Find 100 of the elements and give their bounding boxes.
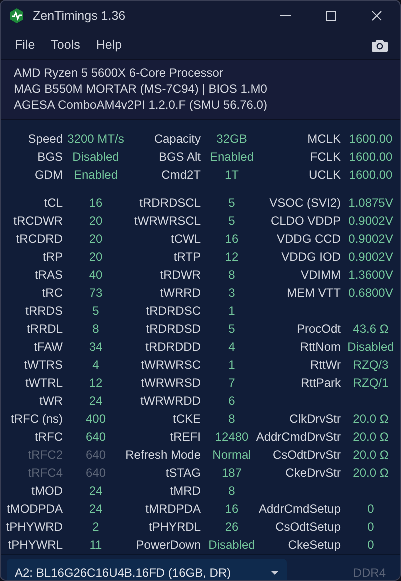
field-value: 43.6 Ω: [353, 321, 389, 338]
field-value: 640: [86, 447, 106, 464]
field-label: tPHYRDL: [148, 519, 202, 536]
field-label: BGS: [38, 149, 64, 166]
field-value: 400: [86, 411, 106, 428]
minimize-icon[interactable]: [280, 15, 290, 17]
field-value: 3200 MT/s: [68, 131, 124, 148]
field-value: 640: [86, 465, 106, 482]
field-value: 0: [368, 501, 374, 518]
field-label: FCLK: [310, 149, 342, 166]
field-value: 640: [86, 429, 106, 446]
field-value: 2: [92, 519, 100, 536]
field-label: CsOdtSetup: [276, 519, 342, 536]
field-label: AddrCmdDrvStr: [256, 429, 342, 446]
field-label: MEM VTT: [287, 285, 342, 302]
field-value: 1600.00: [349, 149, 393, 166]
field-label: tRFC2: [28, 447, 64, 464]
field-label: tWRWRSC: [141, 357, 202, 374]
field-value: 5: [228, 195, 236, 212]
field-label: tRFC (ns): [11, 411, 64, 428]
field-label: tCL: [44, 195, 64, 212]
menu-item[interactable]: Tools: [45, 36, 86, 54]
field-label: tCWL: [171, 231, 202, 248]
field-label: tRDRDSD: [146, 321, 202, 338]
field-value: 8: [228, 483, 236, 500]
field-label: tRTP: [174, 249, 202, 266]
field-value: 12480: [215, 429, 249, 446]
module-dropdown[interactable]: A2: BL16G26C16U4B.16FD (16GB, DR): [7, 558, 287, 580]
field-label: AddrCmdSetup: [258, 501, 342, 518]
field-label: tRAS: [34, 267, 64, 284]
field-label: VSOC (SVI2): [270, 195, 342, 212]
field-label: tCKE: [172, 411, 202, 428]
menu-item[interactable]: File: [9, 36, 42, 54]
field-label: Capacity: [154, 131, 202, 148]
field-label: tWRRD: [160, 285, 202, 302]
field-value: 20: [89, 231, 103, 248]
field-label: BGS Alt: [158, 149, 202, 166]
field-value: 7: [228, 375, 236, 392]
field-value: 3: [228, 285, 236, 302]
field-label: CLDO VDDP: [270, 213, 342, 230]
field-label: CkeDrvStr: [286, 465, 342, 482]
menu-item[interactable]: Help: [90, 36, 128, 54]
field-value: 24: [89, 501, 103, 518]
field-value: 0.9002V: [348, 213, 394, 230]
field-value: RZQ/1: [353, 375, 389, 392]
system-info-line: AMD Ryzen 5 5600X 6-Core Processor: [14, 65, 224, 81]
field-label: tPHYWRL: [8, 537, 64, 554]
field-label: RttWr: [310, 357, 342, 374]
camera-icon[interactable]: [372, 38, 388, 52]
field-value: 0: [368, 537, 374, 554]
field-label: PowerDown: [136, 537, 202, 554]
field-value: 8: [92, 321, 100, 338]
caret-icon: [271, 570, 279, 574]
field-value: RZQ/3: [353, 357, 389, 374]
field-label: tRDRDDD: [146, 339, 202, 356]
system-info-line: AGESA ComboAM4v2PI 1.2.0.F (SMU 56.76.0): [14, 97, 268, 113]
field-value: 4: [228, 339, 236, 356]
field-label: tRP: [42, 249, 64, 266]
field-value: 0.6800V: [348, 285, 394, 302]
close-icon[interactable]: [372, 11, 382, 21]
field-label: tREFI: [170, 429, 202, 446]
field-value: Normal: [212, 447, 252, 464]
field-value: 20: [89, 213, 103, 230]
field-value: 1: [228, 357, 236, 374]
field-label: tWRWRSD: [141, 375, 202, 392]
field-label: tRC: [42, 285, 64, 302]
field-value: Disabled: [348, 339, 394, 356]
field-label: CsOdtDrvStr: [272, 447, 342, 464]
field-value: 1.3600V: [348, 267, 394, 284]
field-label: tPHYWRD: [6, 519, 64, 536]
field-label: tRCDWR: [14, 213, 64, 230]
field-label: tFAW: [34, 339, 64, 356]
field-value: 1600.00: [349, 131, 393, 148]
field-value: 26: [225, 519, 239, 536]
field-label: tRDWR: [160, 267, 202, 284]
window-title: ZenTimings 1.36: [33, 8, 126, 25]
field-value: 6: [228, 393, 236, 410]
field-value: 12: [89, 375, 103, 392]
field-label: tRDRDSCL: [140, 195, 202, 212]
field-value: Enabled: [74, 167, 118, 184]
field-label: tWRWRSCL: [134, 213, 202, 230]
field-value: 8: [228, 267, 236, 284]
field-label: tMRDPDA: [146, 501, 202, 518]
system-info-line: MAG B550M MORTAR (MS-7C94) | BIOS 1.M0: [14, 81, 268, 97]
field-value: 24: [89, 483, 103, 500]
field-value: 5: [228, 321, 236, 338]
field-value: Enabled: [210, 149, 254, 166]
field-label: tSTAG: [166, 465, 202, 482]
field-value: 24: [89, 393, 103, 410]
field-value: 16: [225, 501, 239, 518]
field-value: Disabled: [72, 149, 120, 166]
maximize-icon[interactable]: [326, 11, 336, 21]
field-label: Speed: [28, 131, 64, 148]
field-label: VDIMM: [301, 267, 342, 284]
field-label: tRDRDSC: [146, 303, 202, 320]
field-value: 8: [228, 411, 236, 428]
field-label: tRRDS: [26, 303, 64, 320]
field-value: 20: [89, 249, 103, 266]
field-label: tRCDRD: [16, 231, 64, 248]
field-value: Disabled: [208, 537, 256, 554]
